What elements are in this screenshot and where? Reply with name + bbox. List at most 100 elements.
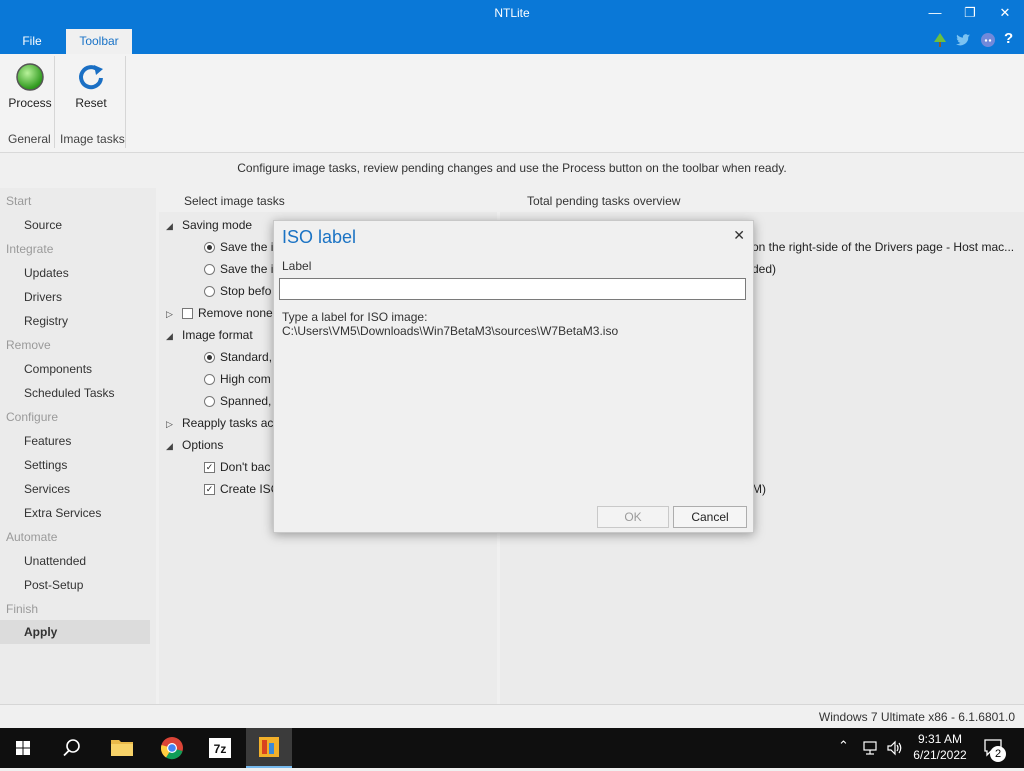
help-icon[interactable]: ? — [1004, 30, 1013, 47]
clock[interactable]: 9:31 AM 6/21/2022 — [910, 731, 970, 763]
format-standard[interactable]: Standard, — [220, 350, 272, 364]
notification-badge: 2 — [990, 746, 1006, 762]
hint-text: Configure image tasks, review pending ch… — [237, 161, 787, 175]
sidebar-item-scheduled-tasks[interactable]: Scheduled Tasks — [24, 386, 115, 400]
process-label: Process — [8, 96, 52, 110]
expand-arrow-icon[interactable]: ▷ — [166, 419, 173, 430]
sidebar-item-drivers[interactable]: Drivers — [24, 290, 62, 304]
tab-toolbar[interactable]: Toolbar — [66, 29, 132, 54]
start-button[interactable] — [0, 728, 46, 768]
sidebar-item-label: Apply — [24, 625, 58, 639]
process-button[interactable]: Process — [6, 58, 54, 118]
sidebar-category-remove: Remove — [6, 338, 51, 352]
iso-label-dialog: ISO label ✕ Label Type a label for ISO i… — [273, 220, 754, 533]
radio-save-3[interactable] — [204, 286, 215, 297]
folder-icon — [111, 740, 133, 756]
panel-header: Total pending tasks overview — [527, 194, 681, 208]
ribbon: Process Reset General Image tasks — [0, 54, 1024, 153]
label-caption: Label — [282, 259, 312, 273]
status-text: Windows 7 Ultimate x86 - 6.1.6801.0 — [818, 710, 1015, 724]
close-window-button[interactable]: ✕ — [988, 0, 1022, 26]
saving-mode-node[interactable]: Saving mode — [182, 218, 252, 232]
save-option-1[interactable]: Save the in — [220, 240, 280, 254]
network-icon[interactable] — [862, 739, 880, 757]
search-button[interactable] — [48, 728, 94, 768]
radio-save-1[interactable] — [204, 242, 215, 253]
overview-line: on the right-side of the Drivers page - … — [752, 240, 1015, 254]
sidebar: Start Source Integrate Updates Drivers R… — [0, 188, 156, 704]
notification-center-button[interactable]: 2 — [982, 738, 1006, 762]
file-explorer-button[interactable] — [99, 728, 145, 768]
show-hidden-icons-icon[interactable]: ⌃ — [838, 738, 849, 754]
sidebar-item-post-setup[interactable]: Post-Setup — [24, 578, 83, 592]
search-icon — [63, 739, 80, 757]
expand-arrow-icon[interactable]: ▷ — [166, 309, 173, 320]
options-node[interactable]: Options — [182, 438, 223, 452]
sidebar-item-services[interactable]: Services — [24, 482, 70, 496]
collapse-arrow-icon[interactable]: ◢ — [166, 441, 173, 452]
option-dont-backup[interactable]: Don't bac — [220, 460, 270, 474]
dialog-description: Type a label for ISO image: C:\Users\VM5… — [282, 310, 618, 338]
chrome-button[interactable] — [149, 728, 195, 768]
sidebar-item-unattended[interactable]: Unattended — [24, 554, 86, 568]
svg-text:7z: 7z — [214, 742, 227, 756]
sidebar-item-features[interactable]: Features — [24, 434, 71, 448]
chrome-icon — [160, 737, 183, 760]
twitter-icon[interactable] — [955, 32, 971, 48]
dialog-close-icon[interactable]: ✕ — [733, 227, 745, 244]
iso-path: C:\Users\VM5\Downloads\Win7BetaM3\source… — [282, 324, 619, 338]
radio-format-high[interactable] — [204, 374, 215, 385]
ntlite-taskbar-button[interactable] — [246, 728, 292, 768]
sidebar-category-configure: Configure — [6, 410, 59, 424]
7zip-button[interactable]: 7z — [197, 728, 243, 768]
status-bar: Windows 7 Ultimate x86 - 6.1.6801.0 — [0, 704, 1024, 729]
sidebar-item-settings[interactable]: Settings — [24, 458, 67, 472]
clock-date: 6/21/2022 — [913, 748, 967, 762]
process-icon — [16, 63, 44, 91]
collapse-arrow-icon[interactable]: ◢ — [166, 221, 173, 232]
volume-icon[interactable] — [886, 739, 904, 757]
tree-icon[interactable] — [932, 32, 948, 48]
radio-save-2[interactable] — [204, 264, 215, 275]
taskbar: 7z ⌃ 9:31 AM 6/21/2022 2 — [0, 728, 1024, 768]
dont-backup-checkbox[interactable]: ✓ — [204, 462, 215, 473]
format-high[interactable]: High com — [220, 372, 271, 386]
sidebar-item-source[interactable]: Source — [24, 218, 62, 232]
sidebar-category-integrate: Integrate — [6, 242, 54, 256]
reapply-node[interactable]: Reapply tasks acr — [182, 416, 277, 430]
restore-button[interactable]: ❐ — [953, 0, 987, 26]
format-spanned[interactable]: Spanned, — [220, 394, 271, 408]
minimize-button[interactable]: — — [918, 0, 952, 26]
option-create-iso[interactable]: Create ISO — [220, 482, 280, 496]
save-option-3[interactable]: Stop befo — [220, 284, 271, 298]
image-format-node[interactable]: Image format — [182, 328, 253, 342]
sidebar-item-components[interactable]: Components — [24, 362, 92, 376]
create-iso-checkbox[interactable]: ✓ — [204, 484, 215, 495]
7zip-icon: 7z — [209, 738, 231, 758]
group-image-tasks: Image tasks — [60, 132, 125, 146]
radio-format-standard[interactable] — [204, 352, 215, 363]
sidebar-item-registry[interactable]: Registry — [24, 314, 68, 328]
reset-icon — [79, 65, 103, 90]
ntlite-icon — [259, 737, 279, 757]
reset-button[interactable]: Reset — [66, 58, 116, 118]
group-general: General — [8, 132, 51, 146]
collapse-arrow-icon[interactable]: ◢ — [166, 331, 173, 342]
tab-file[interactable]: File — [12, 29, 52, 54]
panel-header: Select image tasks — [184, 194, 285, 208]
ribbon-separator — [54, 56, 55, 148]
radio-format-spanned[interactable] — [204, 396, 215, 407]
discord-icon[interactable] — [980, 32, 996, 48]
sidebar-item-apply[interactable]: Apply — [0, 620, 150, 644]
remove-none-node[interactable]: Remove none — [198, 306, 273, 320]
cancel-button[interactable]: Cancel — [673, 506, 747, 528]
iso-label-input[interactable] — [279, 278, 746, 300]
sidebar-category-start: Start — [6, 194, 32, 208]
remove-none-checkbox[interactable] — [182, 308, 193, 319]
window-title: NTLite — [494, 6, 530, 20]
sidebar-item-updates[interactable]: Updates — [24, 266, 69, 280]
ok-button[interactable]: OK — [597, 506, 669, 528]
save-option-2[interactable]: Save the in — [220, 262, 280, 276]
overview-line: ded) — [752, 262, 777, 276]
sidebar-item-extra-services[interactable]: Extra Services — [24, 506, 101, 520]
